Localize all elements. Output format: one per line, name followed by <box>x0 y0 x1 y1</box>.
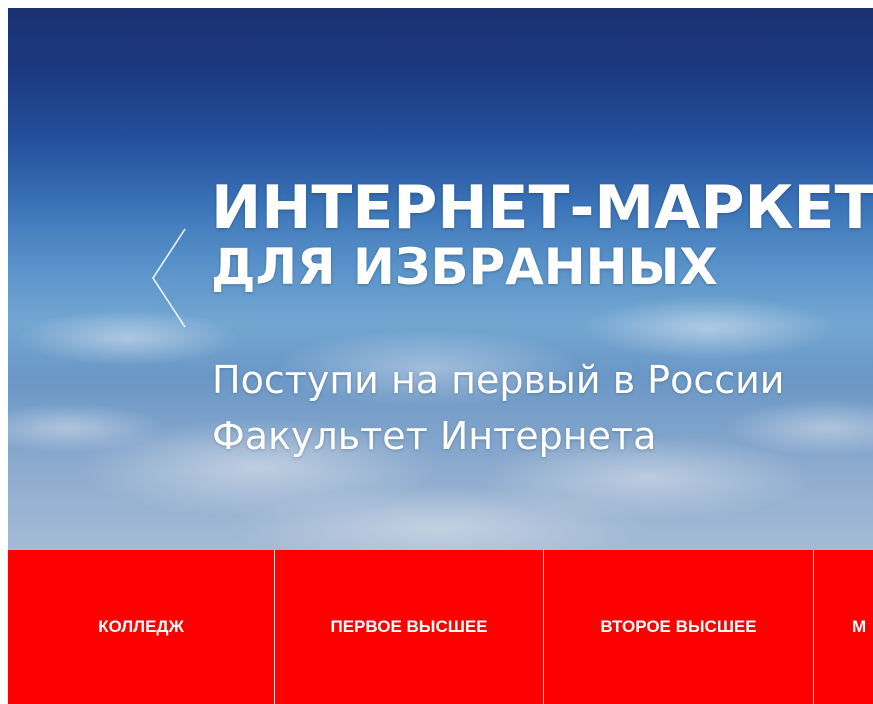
hero-banner: ИНТЕРНЕТ-МАРКЕТ ДЛЯ ИЗБРАННЫХ Поступи на… <box>8 8 873 550</box>
program-nav: КОЛЛЕДЖ ПЕРВОЕ ВЫСШЕЕ ВТОРОЕ ВЫСШЕЕ М <box>8 550 873 704</box>
hero-subline-line1: Поступи на первый в России <box>212 358 785 402</box>
nav-item-first-higher[interactable]: ПЕРВОЕ ВЫСШЕЕ <box>275 550 544 704</box>
hero-subline: Поступи на первый в России Факультет Инт… <box>212 352 785 464</box>
page: ИНТЕРНЕТ-МАРКЕТ ДЛЯ ИЗБРАННЫХ Поступи на… <box>0 0 873 704</box>
nav-item-second-higher[interactable]: ВТОРОЕ ВЫСШЕЕ <box>544 550 814 704</box>
hero-headline-line2: ДЛЯ ИЗБРАННЫХ <box>211 238 718 296</box>
nav-item-truncated[interactable]: М <box>814 550 873 704</box>
hero-headline: ИНТЕРНЕТ-МАРКЕТ ДЛЯ ИЗБРАННЫХ <box>211 176 873 294</box>
hero-subline-line2: Факультет Интернета <box>212 414 657 458</box>
nav-item-college[interactable]: КОЛЛЕДЖ <box>8 550 275 704</box>
chevron-left-icon[interactable] <box>143 223 193 333</box>
hero-headline-line1: ИНТЕРНЕТ-МАРКЕТ <box>211 173 873 243</box>
